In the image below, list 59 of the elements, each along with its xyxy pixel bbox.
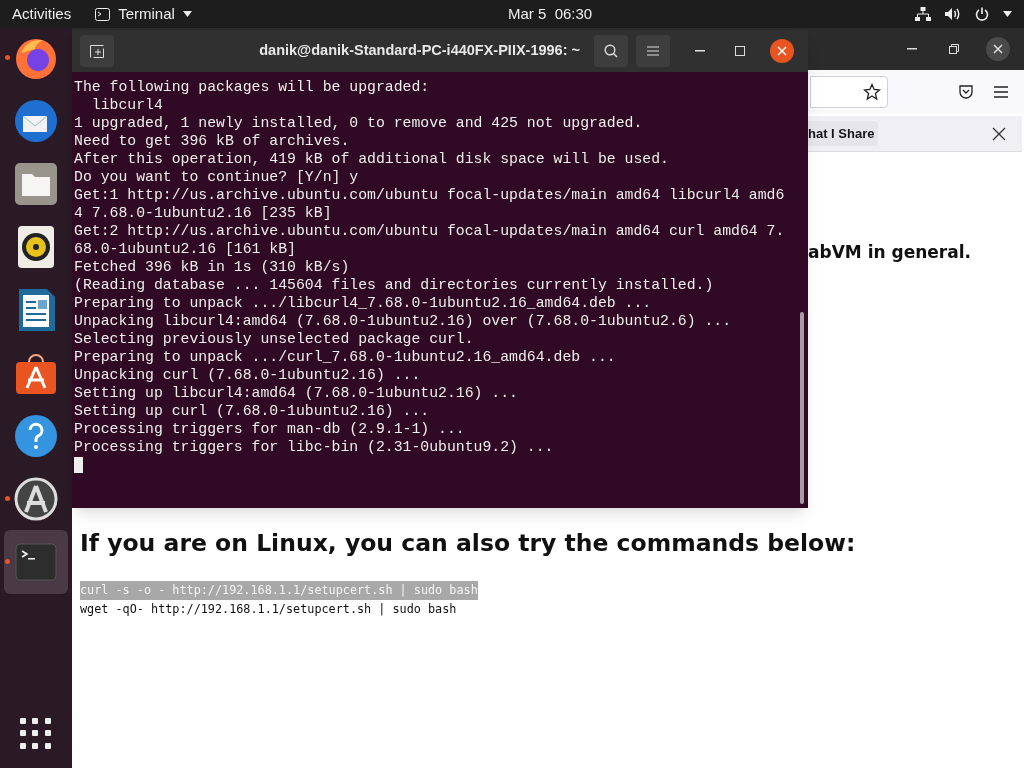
section-heading: If you are on Linux, you can also try the commands below: [80, 527, 857, 559]
bird-envelope-icon [13, 98, 59, 144]
scrollbar-thumb[interactable] [800, 312, 804, 504]
search-button[interactable] [594, 35, 628, 67]
window-title: danik@danik-Standard-PC-i440FX-PIIX-1996: ~ [258, 41, 580, 61]
new-tab-icon [90, 44, 104, 58]
terminal-line: 1 upgraded, 1 newly installed, 0 to remove and 425 not upgraded. [74, 114, 644, 132]
menu-icon[interactable] [994, 86, 1008, 98]
terminal-line: Unpacking curl (7.68.0-1ubuntu2.16) ... [74, 366, 422, 384]
terminal-line: Fetched 396 kB in 1s (310 kB/s) [74, 258, 351, 276]
pocket-icon[interactable] [958, 84, 974, 100]
menu-icon [647, 46, 659, 56]
minimize-icon [695, 50, 705, 52]
search-icon [604, 44, 618, 58]
clock[interactable]: Mar 5 06:30 [508, 2, 593, 26]
terminal-line: Get:2 http://us.archive.ubuntu.com/ubuntu focal-updates/main amd64 curl amd64 7. [74, 222, 786, 240]
terminal-line: Get:1 http://us.archive.ubuntu.com/ubuntu focal-updates/main amd64 libcurl4 amd6 [74, 186, 786, 204]
activities-button[interactable]: Activities [0, 0, 84, 28]
close-icon[interactable] [992, 126, 1006, 141]
caret-icon [182, 11, 192, 17]
app-menu[interactable]: Terminal [95, 0, 192, 28]
close-button[interactable] [770, 39, 794, 63]
update-circle-icon [13, 476, 59, 522]
terminal-icon [95, 7, 111, 21]
terminal-line: Setting up libcurl4:amd64 (7.68.0-1ubuntu2.16) ... [74, 384, 519, 402]
close-button[interactable] [986, 37, 1010, 61]
help-icon [13, 413, 59, 459]
terminal-line: Need to get 396 kB of archives. [74, 132, 351, 150]
command-line: wget -qO- http://192.168.1.1/setupcert.sh | sudo bash [80, 600, 457, 618]
folder-icon [13, 161, 59, 207]
url-field[interactable] [810, 76, 888, 108]
new-tab-button[interactable] [80, 35, 114, 67]
close-icon [777, 46, 787, 56]
terminal-line: Preparing to unpack .../libcurl4_7.68.0-1ubuntu2.16_amd64.deb ... [74, 294, 653, 312]
terminal-line: After this operation, 419 kB of additional disk space will be used. [74, 150, 670, 168]
terminal-line: Selecting previously unselected package curl. [74, 330, 475, 348]
terminal-line: (Reading database ... 145604 files and directories currently installed.) [74, 276, 715, 294]
terminal-line: Setting up curl (7.68.0-1ubuntu2.16) ... [74, 402, 431, 420]
terminal-line: Do you want to continue? [Y/n] y [74, 168, 360, 186]
terminal-cursor [74, 457, 83, 473]
terminal-line: Processing triggers for libc-bin (2.31-0ubuntu9.2) ... [74, 438, 555, 456]
terminal-line: Processing triggers for man-db (2.9.1-1) ... [74, 420, 466, 438]
terminal-line: Preparing to unpack .../curl_7.68.0-1ubuntu2.16_amd64.deb ... [74, 348, 617, 366]
restore-icon [949, 44, 959, 54]
network-icon[interactable] [915, 7, 931, 21]
terminal-line: 4 7.68.0-1ubuntu2.16 [235 kB] [74, 204, 333, 222]
terminal-line: libcurl4 [90, 96, 164, 114]
terminal-line: Unpacking libcurl4:amd64 (7.68.0-1ubuntu2.16) over (7.68.0-1ubuntu2.6) ... [74, 312, 733, 330]
body-text: abVM in general. [808, 241, 972, 264]
terminal-line: 68.0-1ubuntu2.16 [161 kB] [74, 240, 297, 258]
power-icon[interactable] [975, 7, 989, 21]
menu-button[interactable] [636, 35, 670, 67]
terminal-line: The following packages will be upgraded: [74, 78, 431, 96]
star-icon[interactable] [863, 83, 881, 101]
maximize-icon [735, 46, 745, 56]
volume-icon[interactable] [945, 7, 961, 21]
minimize-icon [907, 48, 917, 50]
caret-icon[interactable] [1003, 11, 1012, 17]
close-icon [993, 44, 1003, 54]
